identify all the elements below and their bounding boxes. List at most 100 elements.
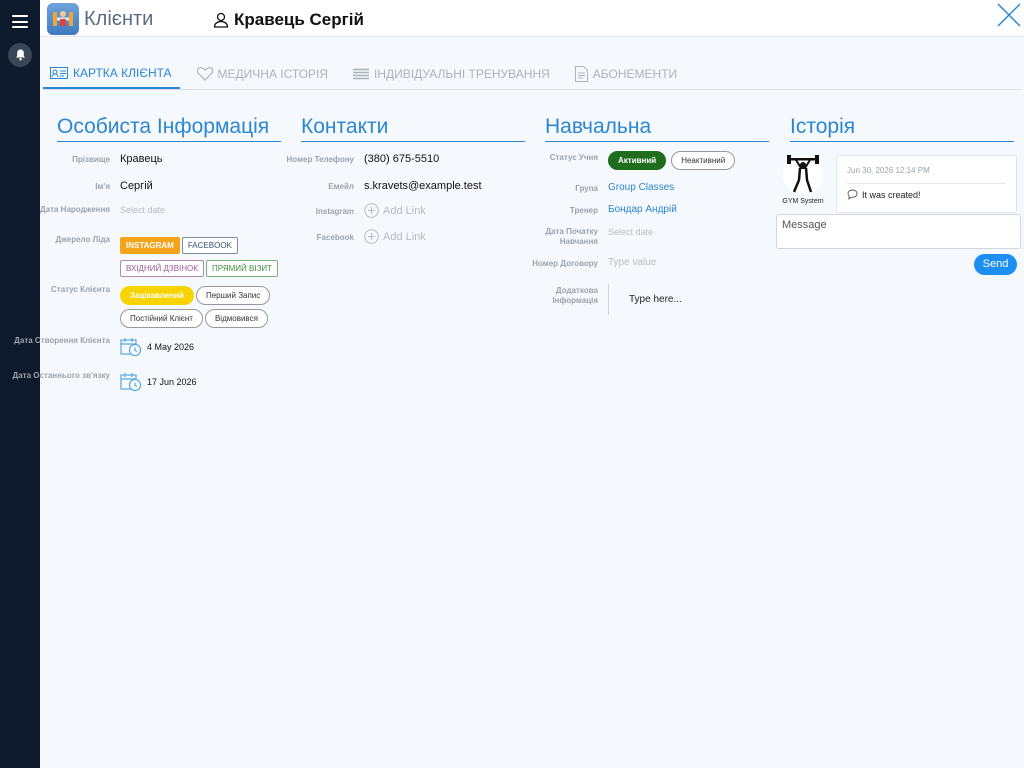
trainer-label: Тренер: [569, 206, 598, 215]
source-facebook-chip[interactable]: FACEBOOK: [181, 237, 238, 254]
list-icon: [353, 68, 370, 79]
notifications-bell-icon[interactable]: [8, 43, 32, 67]
last-contact-value[interactable]: 17 Jun 2026: [147, 377, 197, 387]
client-name: Кравець Сергій: [213, 10, 364, 30]
status-active-pill[interactable]: Активний: [608, 151, 667, 170]
status-first-record-pill[interactable]: Перший Запис: [195, 286, 271, 305]
created-date-row: Дата Створення Клієнта 4 May 2026: [0, 336, 194, 357]
surname-row: Прізвище Кравець: [0, 153, 163, 165]
contract-label: Номер Договору: [532, 259, 598, 268]
tab-label: МЕДИЧНА ІСТОРІЯ: [217, 66, 329, 81]
extra-info-label: Додаткова Інформація: [552, 286, 598, 305]
name-row: Ім'я Сергій: [0, 180, 153, 192]
tab-label: КАРТКА КЛІЄНТА: [73, 65, 172, 80]
start-date-label: Дата Початку Навчання: [545, 227, 598, 246]
contacts-section: Контакти Номер Телефону (380) 675-5510 Е…: [287, 115, 525, 265]
message-input[interactable]: Message: [776, 214, 1021, 249]
facebook-label: Facebook: [316, 233, 354, 242]
last-contact-label: Дата Останнього зв'язку: [12, 371, 110, 380]
student-status-row: Статус Учня Активний Неактивний: [527, 151, 737, 173]
close-icon[interactable]: [996, 2, 1022, 28]
heart-icon: [196, 66, 213, 81]
group-link[interactable]: Group Classes: [608, 182, 674, 193]
lead-source-label: Джерело Ліда: [55, 235, 111, 244]
user-icon: [213, 12, 229, 28]
start-date-picker[interactable]: Select date: [608, 227, 653, 237]
client-status-label: Статус Клієнта: [51, 285, 110, 294]
client-name-text: Кравець Сергій: [234, 10, 364, 29]
tab-client-card[interactable]: КАРТКА КЛІЄНТА: [43, 58, 180, 89]
plus-circle-icon: [364, 229, 379, 244]
section-title: Навчальна: [545, 115, 769, 142]
add-link-text: Add Link: [383, 230, 426, 243]
section-title: Контакти: [301, 115, 525, 142]
instagram-row: Instagram Add Link: [241, 203, 426, 218]
tab-bar: КАРТКА КЛІЄНТА МЕДИЧНА ІСТОРІЯ ІНДИВІДУА…: [43, 58, 1021, 90]
add-link-text: Add Link: [383, 204, 426, 217]
comment-icon: [847, 189, 858, 200]
facebook-row: Facebook Add Link: [241, 229, 426, 244]
extra-info-textarea[interactable]: Type here...: [608, 284, 682, 315]
client-status-row: Статус Клієнта Зацікавлений Перший Запис …: [0, 285, 290, 331]
trainer-row: Тренер Бондар Андрій: [527, 204, 677, 216]
id-card-icon: [50, 66, 68, 79]
calendar-clock-icon: [120, 338, 142, 357]
contract-row: Номер Договору Type value: [527, 257, 656, 269]
status-interested-pill[interactable]: Зацікавлений: [120, 286, 194, 305]
tab-subscriptions[interactable]: АБОНЕМЕНТИ: [568, 58, 685, 89]
student-status-label: Статус Учня: [549, 153, 598, 162]
menu-icon[interactable]: [12, 15, 28, 28]
history-timestamp: Jun 30, 2026 12:14 PM: [847, 166, 930, 175]
history-entry-card: Jun 30, 2026 12:14 PM It was created!: [836, 155, 1017, 213]
facebook-add-link[interactable]: Add Link: [364, 229, 426, 244]
calendar-clock-icon: [120, 373, 142, 392]
surname-field[interactable]: Кравець: [120, 153, 163, 165]
status-declined-pill[interactable]: Відмовився: [204, 309, 268, 328]
phone-label: Номер Телефону: [286, 155, 354, 164]
name-label: Ім'я: [95, 182, 110, 191]
created-date-label: Дата Створення Клієнта: [14, 336, 110, 345]
section-title: Особиста Інформація: [57, 115, 281, 142]
client-status-pills: Зацікавлений Перший Запис Постійний Клієн…: [120, 285, 290, 331]
trainer-link[interactable]: Бондар Андрій: [608, 204, 677, 215]
email-row: Емейл s.kravets@example.test: [241, 180, 482, 192]
gym-system-avatar: [783, 155, 823, 195]
email-label: Емейл: [328, 182, 354, 191]
document-icon: [574, 65, 588, 82]
send-button[interactable]: Send: [974, 254, 1017, 275]
history-entry-text: It was created!: [862, 189, 921, 200]
phone-row: Номер Телефону (380) 675-5510: [241, 153, 440, 165]
email-field[interactable]: s.kravets@example.test: [364, 180, 482, 192]
contract-input[interactable]: Type value: [608, 257, 656, 268]
tab-medical-history[interactable]: МЕДИЧНА ІСТОРІЯ: [190, 58, 336, 89]
group-row: Група Group Classes: [527, 182, 674, 194]
study-section: Навчальна Статус Учня Активний Неактивни…: [532, 115, 769, 325]
phone-field[interactable]: (380) 675-5510: [364, 153, 439, 165]
birth-row: Дата Народження Select date: [0, 205, 165, 215]
author-name: GYM System: [782, 198, 824, 205]
source-direct-visit-chip[interactable]: ПРЯМИЙ ВІЗИТ: [205, 260, 279, 277]
status-regular-client-pill[interactable]: Постійний Клієнт: [120, 309, 203, 328]
created-date-value: 4 May 2026: [147, 342, 195, 352]
plus-circle-icon: [364, 203, 379, 218]
instagram-label: Instagram: [315, 207, 354, 216]
source-instagram-chip[interactable]: INSTAGRAM: [120, 237, 180, 254]
tab-individual-trainings[interactable]: ІНДИВІДУАЛЬНІ ТРЕНУВАННЯ: [346, 58, 558, 89]
app-title: Клієнти: [84, 8, 154, 30]
section-title: Історія: [790, 115, 1014, 142]
extra-info-row: Додаткова Інформація Type here...: [527, 284, 682, 315]
source-incoming-call-chip[interactable]: ВХІДНИЙ ДЗВІНОК: [120, 260, 204, 277]
group-label: Група: [575, 184, 598, 193]
tab-label: АБОНЕМЕНТИ: [592, 66, 678, 81]
status-inactive-pill[interactable]: Неактивний: [671, 151, 736, 170]
history-author: GYM System: [779, 155, 827, 205]
app-logo: [47, 3, 79, 35]
instagram-add-link[interactable]: Add Link: [364, 203, 426, 218]
surname-label: Прізвище: [72, 155, 110, 164]
birth-label: Дата Народження: [39, 205, 110, 214]
birth-date-picker[interactable]: Select date: [120, 205, 165, 215]
start-date-row: Дата Початку Навчання Select date: [527, 227, 653, 247]
tab-label: ІНДИВІДУАЛЬНІ ТРЕНУВАННЯ: [374, 66, 550, 81]
name-field[interactable]: Сергій: [120, 180, 153, 192]
last-contact-row: Дата Останнього зв'язку 17 Jun 2026: [0, 371, 197, 392]
